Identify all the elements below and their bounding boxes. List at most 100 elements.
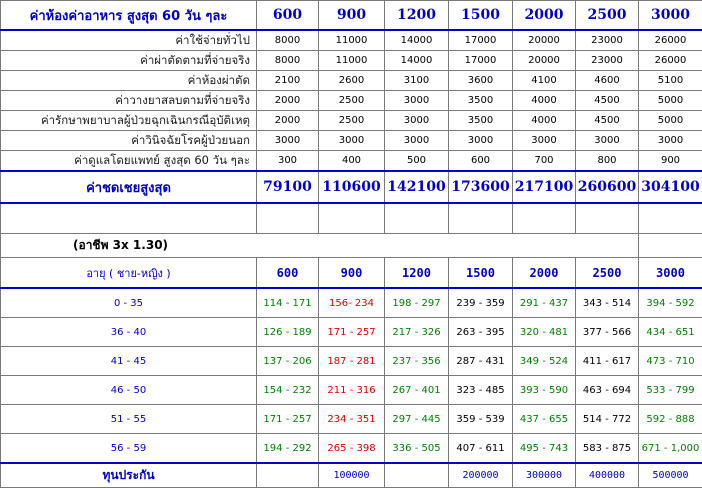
benefit-value: 400 <box>319 151 385 172</box>
age-header-row: อายุ ( ชาย-หญิง )60090012001500200025003… <box>1 258 702 289</box>
header-title: ค่าห้องค่าอาหาร สูงสุด 60 วัน ๆละ <box>1 1 257 31</box>
premium-value: 514 - 772 <box>576 405 639 434</box>
empty-cell <box>385 234 449 258</box>
benefit-value: 26000 <box>639 30 702 51</box>
benefit-row: ค่าผ่าตัดตามที่จ่ายจริง80001100014000170… <box>1 51 702 71</box>
benefit-value: 14000 <box>385 30 449 51</box>
premium-value: 137 - 206 <box>257 347 319 376</box>
age-range: 36 - 40 <box>1 318 257 347</box>
premium-value: 411 - 617 <box>576 347 639 376</box>
benefit-value: 3100 <box>385 71 449 91</box>
benefit-value: 2100 <box>257 71 319 91</box>
premium-value: 237 - 356 <box>385 347 449 376</box>
premium-value: 583 - 875 <box>576 434 639 464</box>
age-plan-header: 2500 <box>576 258 639 289</box>
plan-header: 600 <box>257 1 319 31</box>
premium-value: 114 - 171 <box>257 288 319 318</box>
benefit-value: 11000 <box>319 30 385 51</box>
total-value: 173600 <box>449 171 513 203</box>
benefit-value: 3000 <box>385 131 449 151</box>
benefit-label: ค่าวินิจฉัยโรคผู้ป่วยนอก <box>1 131 257 151</box>
benefit-value: 4500 <box>576 91 639 111</box>
premium-value: 211 - 316 <box>319 376 385 405</box>
total-value: 260600 <box>576 171 639 203</box>
premium-value: 463 - 694 <box>576 376 639 405</box>
premium-value: 359 - 539 <box>449 405 513 434</box>
plan-header: 2000 <box>513 1 576 31</box>
empty-cell <box>576 234 639 258</box>
age-row: 56 - 59194 - 292265 - 398336 - 505407 - … <box>1 434 702 464</box>
premium-value: 234 - 351 <box>319 405 385 434</box>
age-row: 51 - 55171 - 257234 - 351297 - 445359 - … <box>1 405 702 434</box>
empty-cell <box>513 234 576 258</box>
premium-value: 437 - 655 <box>513 405 576 434</box>
premium-value: 533 - 799 <box>639 376 702 405</box>
benefit-value: 600 <box>449 151 513 172</box>
benefit-value: 3000 <box>319 131 385 151</box>
benefit-value: 23000 <box>576 30 639 51</box>
age-range: 0 - 35 <box>1 288 257 318</box>
age-plan-header: 3000 <box>639 258 702 289</box>
benefit-value: 26000 <box>639 51 702 71</box>
premium-value: 198 - 297 <box>385 288 449 318</box>
premium-value: 187 - 281 <box>319 347 385 376</box>
premium-value: 320 - 481 <box>513 318 576 347</box>
benefit-value: 5000 <box>639 111 702 131</box>
premium-value: 297 - 445 <box>385 405 449 434</box>
premium-value: 394 - 592 <box>639 288 702 318</box>
premium-value: 217 - 326 <box>385 318 449 347</box>
benefit-value: 3000 <box>513 131 576 151</box>
benefit-table: ค่าห้องค่าอาหาร สูงสุด 60 วัน ๆละ6009001… <box>0 0 702 488</box>
benefit-value: 4000 <box>513 111 576 131</box>
empty-cell <box>639 234 702 258</box>
benefit-row: ค่าวินิจฉัยโรคผู้ป่วยนอก3000300030003000… <box>1 131 702 151</box>
benefit-value: 500 <box>385 151 449 172</box>
age-row: 41 - 45137 - 206187 - 281237 - 356287 - … <box>1 347 702 376</box>
benefit-label: ค่าวางยาสลบตามที่จ่ายจริง <box>1 91 257 111</box>
premium-value: 434 - 651 <box>639 318 702 347</box>
benefit-value: 5000 <box>639 91 702 111</box>
benefit-value: 3500 <box>449 111 513 131</box>
benefit-value: 3000 <box>257 131 319 151</box>
empty-cell <box>449 234 513 258</box>
benefit-value: 20000 <box>513 30 576 51</box>
age-range: 46 - 50 <box>1 376 257 405</box>
benefit-value: 4000 <box>513 91 576 111</box>
empty-cell <box>449 203 513 234</box>
premium-value: 671 - 1,000 <box>639 434 702 464</box>
premium-value: 377 - 566 <box>576 318 639 347</box>
premium-value: 194 - 292 <box>257 434 319 464</box>
benefit-value: 3600 <box>449 71 513 91</box>
benefit-value: 3000 <box>385 91 449 111</box>
age-plan-header: 900 <box>319 258 385 289</box>
age-header: อายุ ( ชาย-หญิง ) <box>1 258 257 289</box>
benefit-value: 11000 <box>319 51 385 71</box>
plan-header: 1200 <box>385 1 449 31</box>
premium-value: 323 - 485 <box>449 376 513 405</box>
benefit-value: 900 <box>639 151 702 172</box>
empty-cell <box>319 234 385 258</box>
age-range: 56 - 59 <box>1 434 257 464</box>
benefit-label: ค่าใช้จ่ายทั่วไป <box>1 30 257 51</box>
benefit-value: 2500 <box>319 111 385 131</box>
premium-value: 473 - 710 <box>639 347 702 376</box>
benefit-value: 800 <box>576 151 639 172</box>
benefit-row: ค่าดูแลโดยแพทย์ สูงสุด 60 วัน ๆละ3004005… <box>1 151 702 172</box>
benefit-value: 300 <box>257 151 319 172</box>
premium-value: 171 - 257 <box>319 318 385 347</box>
age-range: 51 - 55 <box>1 405 257 434</box>
benefit-row: ค่าห้องผ่าตัด210026003100360041004600510… <box>1 71 702 91</box>
total-row: ค่าชดเชยสูงสุด79100110600142100173600217… <box>1 171 702 203</box>
premium-value: 349 - 524 <box>513 347 576 376</box>
benefit-value: 17000 <box>449 51 513 71</box>
benefit-value: 4600 <box>576 71 639 91</box>
benefit-row: ค่าวางยาสลบตามที่จ่ายจริง200025003000350… <box>1 91 702 111</box>
benefit-label: ค่าดูแลโดยแพทย์ สูงสุด 60 วัน ๆละ <box>1 151 257 172</box>
total-label: ค่าชดเชยสูงสุด <box>1 171 257 203</box>
premium-value: 171 - 257 <box>257 405 319 434</box>
premium-value: 343 - 514 <box>576 288 639 318</box>
premium-value: 156- 234 <box>319 288 385 318</box>
benefit-row: ค่ารักษาพยาบาลผู้ป่วยฉุกเฉินกรณีอุบัติเห… <box>1 111 702 131</box>
premium-value: 393 - 590 <box>513 376 576 405</box>
benefit-value: 14000 <box>385 51 449 71</box>
